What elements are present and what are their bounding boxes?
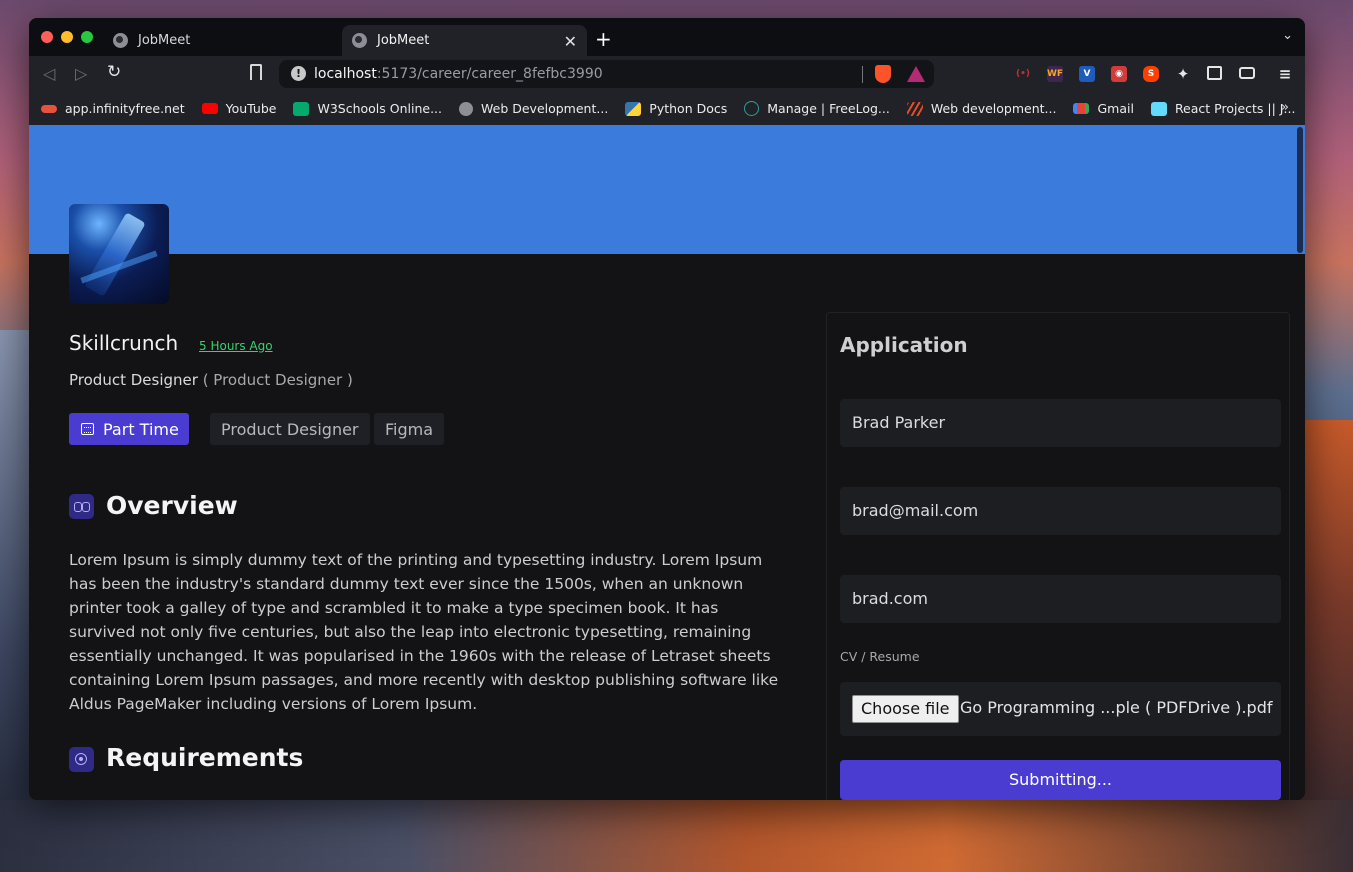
brave-rewards-icon[interactable] [907, 66, 925, 82]
bookmark-item[interactable]: Web Development... [459, 101, 608, 116]
globe-icon [352, 33, 367, 48]
bookmark-label: Web Development... [481, 101, 609, 116]
bookmark-item[interactable]: Gmail [1073, 101, 1134, 116]
info-icon[interactable]: ! [291, 66, 306, 81]
overview-text: Lorem Ipsum is simply dummy text of the … [69, 551, 779, 713]
maximize-window-button[interactable] [81, 31, 93, 43]
globe-icon [459, 101, 473, 116]
wallet-icon[interactable] [1239, 67, 1255, 79]
tag-chip: Figma [374, 413, 445, 445]
youtube-icon [201, 103, 218, 114]
bookmark-label: React Projects || J... [1174, 101, 1296, 116]
extensions-puzzle-icon[interactable]: ✦ [1175, 66, 1191, 82]
job-type-label: Part Time [103, 419, 179, 439]
cv-file-input: Choose file Go Programming ...ple ( PDFD… [840, 682, 1281, 736]
company-name: Skillcrunch [69, 331, 179, 355]
website-field[interactable] [840, 575, 1281, 623]
bookmark-label: Manage | FreeLog... [767, 101, 890, 116]
browser-toolbar: ◁ ▷ ↻ ! localhost:5173/career/career_8fe… [29, 56, 1305, 92]
binoculars-icon [69, 494, 94, 519]
bookmark-label: Web development... [930, 101, 1057, 116]
forward-icon[interactable]: ▷ [75, 64, 87, 83]
bookmark-icon[interactable] [250, 64, 262, 80]
bookmark-item[interactable]: YouTube [201, 101, 277, 116]
freelogo-icon [744, 101, 760, 116]
bookmark-label: W3Schools Online... [317, 101, 442, 116]
close-icon[interactable]: ✕ [564, 32, 577, 51]
tag-chip: Product Designer [210, 413, 370, 445]
posted-time-link[interactable]: 5 Hours Ago [199, 339, 273, 353]
company-logo [69, 204, 169, 304]
infinity-icon [41, 104, 57, 113]
back-icon[interactable]: ◁ [43, 64, 55, 83]
target-icon [69, 747, 94, 772]
bookmark-label: Python Docs [649, 101, 728, 116]
globe-icon [113, 33, 128, 48]
role-subtitle: ( Product Designer ) [202, 371, 353, 389]
python-icon [625, 101, 642, 116]
application-title: Application [840, 333, 968, 357]
url-separator [862, 66, 863, 83]
close-window-button[interactable] [41, 31, 53, 43]
url-text: localhost:5173/career/career_8fefbc3990 [314, 66, 603, 82]
bookmark-item[interactable]: app.infinityfree.net [41, 101, 185, 116]
tab-strip: JobMeet JobMeet ✕ + ⌄ [29, 18, 1305, 56]
tab-title: JobMeet [138, 33, 191, 48]
tab-jobmeet-1[interactable]: JobMeet [103, 25, 348, 56]
new-tab-button[interactable]: + [595, 27, 612, 51]
desktop-wallpaper-bottom [0, 800, 1353, 872]
bookmark-item[interactable]: Web development... [906, 101, 1057, 116]
minimize-window-button[interactable] [61, 31, 73, 43]
url-path: :5173/career/career_8fefbc3990 [376, 66, 603, 82]
company-banner [29, 125, 1305, 254]
brave-shield-icon[interactable] [875, 65, 891, 83]
gmail-icon [1073, 103, 1090, 114]
bookmark-label: YouTube [225, 101, 277, 116]
extension-wf-icon[interactable]: WF [1047, 66, 1063, 82]
sidebar-icon[interactable] [1207, 66, 1222, 80]
scrollbar[interactable] [1297, 127, 1303, 253]
calendar-icon [81, 423, 94, 435]
overview-heading: Overview [106, 491, 238, 520]
bookmark-item[interactable]: React Projects || J... [1150, 101, 1296, 116]
name-field[interactable] [840, 399, 1281, 447]
job-role: Product Designer ( Product Designer ) [69, 371, 353, 389]
bookmark-item[interactable]: Manage | FreeLog... [744, 101, 890, 116]
extension-dots-icon[interactable]: (•) [1015, 66, 1031, 82]
url-host: localhost [314, 66, 377, 82]
application-form: Application CV / Resume Choose file Go P… [826, 312, 1290, 800]
role-title: Product Designer [69, 371, 198, 389]
email-field[interactable] [840, 487, 1281, 535]
react-r-icon [1150, 101, 1167, 116]
reload-icon[interactable]: ↻ [107, 62, 121, 82]
tab-title: JobMeet [377, 33, 430, 48]
address-bar[interactable]: ! localhost:5173/career/career_8fefbc399… [279, 60, 934, 88]
cv-label: CV / Resume [840, 649, 920, 664]
page-content: Skillcrunch 5 Hours Ago Product Designer… [29, 125, 1305, 800]
bookmarks-bar: app.infinityfree.net YouTube W3Schools O… [29, 92, 1305, 125]
bookmark-item[interactable]: Python Docs [625, 101, 727, 116]
menu-icon[interactable]: ≡ [1277, 66, 1293, 82]
job-type-badge: Part Time [69, 413, 189, 445]
browser-window: JobMeet JobMeet ✕ + ⌄ ◁ ▷ ↻ ! localhost:… [29, 18, 1305, 800]
tab-jobmeet-active[interactable]: JobMeet ✕ [342, 25, 587, 56]
stripes-icon [906, 101, 923, 116]
chevron-down-icon[interactable]: ⌄ [1282, 28, 1293, 43]
requirements-heading: Requirements [106, 743, 304, 772]
submit-button[interactable]: Submitting... [840, 760, 1281, 800]
bookmarks-overflow-icon[interactable]: » [1281, 100, 1289, 115]
bookmark-item[interactable]: W3Schools Online... [293, 101, 442, 116]
bookmark-label: Gmail [1097, 101, 1134, 116]
selected-file-name: Go Programming ...ple ( PDFDrive ).pdf [960, 698, 1273, 717]
extension-vue-icon[interactable]: V [1079, 66, 1095, 82]
w3schools-icon [293, 101, 310, 116]
bookmark-label: app.infinityfree.net [65, 101, 185, 116]
extension-red-icon[interactable]: ◉ [1111, 66, 1127, 82]
choose-file-button[interactable]: Choose file [852, 695, 959, 723]
extension-svelte-icon[interactable]: S [1143, 66, 1159, 82]
